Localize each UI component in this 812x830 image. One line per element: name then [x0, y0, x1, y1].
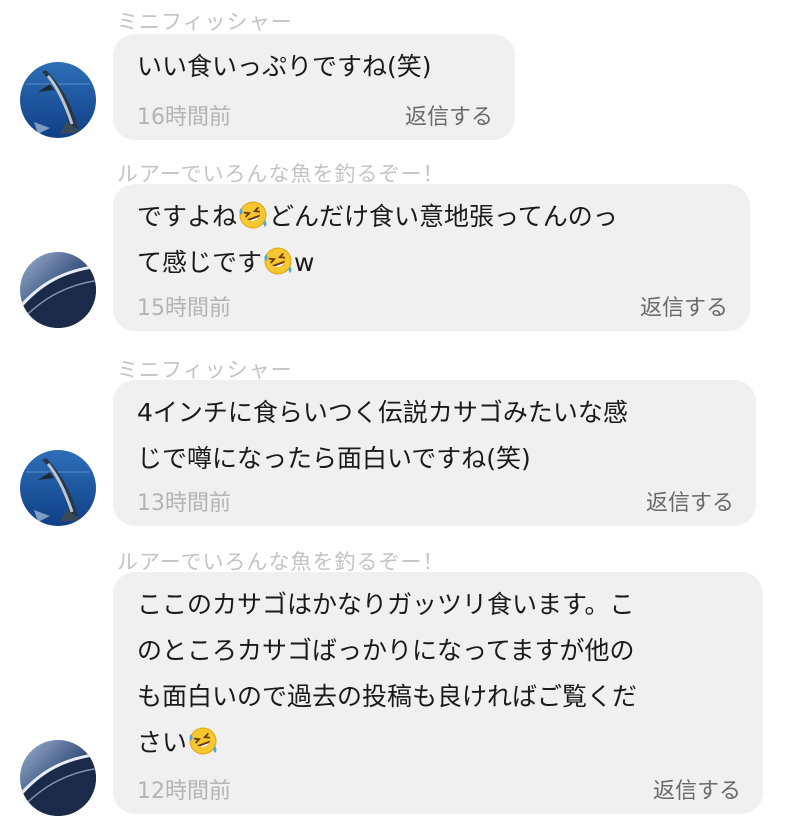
comment-timestamp: 15時間前 [137, 296, 231, 321]
comment-text: 4インチに食らいつく伝説カサゴみたいな感 じで噂になったら面白いですね(笑) [137, 398, 628, 473]
reply-button[interactable]: 返信する [646, 488, 734, 520]
comment-meta: 15時間前 返信する [137, 293, 728, 325]
comment-meta: 12時間前 返信する [137, 776, 741, 808]
rolling-laughing-emoji-icon [188, 725, 218, 755]
comment-text: ここのカサゴはかなりガッツリ食います。こ のところカサゴばっかりになってますが他… [137, 590, 638, 757]
comment-timestamp: 13時間前 [137, 491, 231, 516]
comment-timestamp: 12時間前 [137, 779, 231, 804]
comment-bubble: ですよね どんだけ食い意地張ってんのっ て感じです w 15時間前 返信する [113, 184, 750, 331]
comment-meta: 13時間前 返信する [137, 488, 734, 520]
reply-button[interactable]: 返信する [653, 776, 741, 808]
comment-bubble: いい食いっぷりですね(笑) 16時間前 返信する [113, 34, 515, 140]
user-avatar[interactable] [20, 450, 96, 526]
comment-bubble: 4インチに食らいつく伝説カサゴみたいな感 じで噂になったら面白いですね(笑) 1… [113, 380, 756, 526]
comment-meta: 16時間前 返信する [137, 102, 493, 134]
comment-text: いい食いっぷりですね(笑) [137, 52, 432, 81]
comment-bubble: ここのカサゴはかなりガッツリ食います。こ のところカサゴばっかりになってますが他… [113, 572, 763, 814]
comment-username[interactable]: ミニフィッシャー [117, 6, 293, 36]
user-avatar[interactable] [20, 740, 96, 816]
comment-timestamp: 16時間前 [137, 105, 231, 130]
rolling-laughing-emoji-icon [263, 245, 293, 275]
comment-text: ですよね どんだけ食い意地張ってんのっ て感じです w [137, 194, 726, 286]
rolling-laughing-emoji-icon [238, 199, 268, 229]
user-avatar[interactable] [20, 62, 96, 138]
reply-button[interactable]: 返信する [405, 102, 493, 134]
reply-button[interactable]: 返信する [640, 293, 728, 325]
user-avatar[interactable] [20, 252, 96, 328]
comment-thread: ミニフィッシャー いい食いっぷりですね(笑) 16時間前 返信する ルアーでいろ… [0, 0, 812, 830]
